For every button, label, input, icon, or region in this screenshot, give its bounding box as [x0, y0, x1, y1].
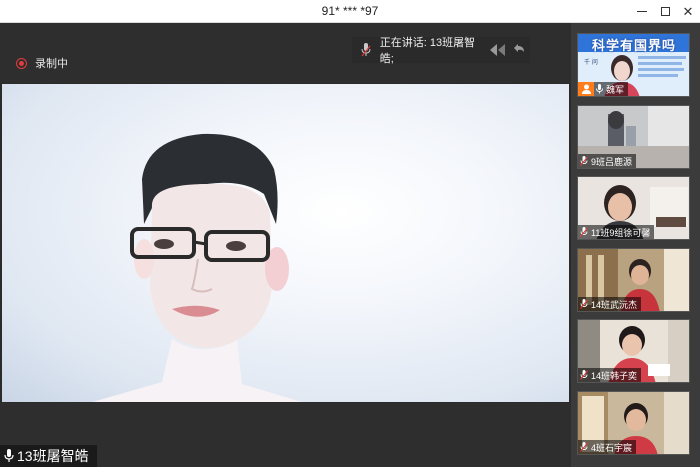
main-video	[2, 84, 569, 402]
speaking-indicator: 正在讲话: 13班屠智皓;	[352, 37, 530, 65]
participant-name: 9班吕鹿源	[591, 156, 633, 167]
participant-label: 14班韩子奕	[578, 368, 642, 382]
microphone-icon	[596, 84, 603, 94]
current-speaker-name: 13班屠智皓	[17, 448, 89, 464]
muted-microphone-icon	[580, 227, 588, 237]
host-banner-text: 科学有国界吗	[592, 38, 677, 53]
muted-microphone-icon	[580, 442, 588, 452]
participant-thumbnail[interactable]: 14班韩子奕	[577, 319, 690, 383]
microphone-icon	[4, 449, 14, 463]
microphone-icon	[352, 43, 380, 57]
minimize-icon	[637, 11, 647, 12]
participant-thumbnail[interactable]: 14班武沅杰	[577, 248, 690, 312]
participant-sidebar: 千 问 科学有国界吗 魏军 9班吕鹿源 11班9组徐可馨 14班武沅杰 14班韩…	[571, 23, 700, 467]
participant-name: 14班武沅杰	[591, 299, 638, 310]
participant-label: 11班9组徐可馨	[578, 225, 655, 239]
top-toolbar: 录制中 正在讲话: 13班屠智皓;	[0, 23, 571, 83]
host-user-icon	[578, 82, 594, 96]
muted-microphone-icon	[580, 156, 588, 166]
participant-thumbnail[interactable]: 4班石宇宸	[577, 391, 690, 455]
recording-label: 录制中	[35, 58, 68, 70]
undo-icon[interactable]	[512, 42, 526, 58]
speaker-video-frame	[92, 133, 302, 402]
participant-thumbnail[interactable]: 9班吕鹿源	[577, 105, 690, 169]
speaking-tools	[488, 42, 530, 58]
muted-microphone-icon	[580, 299, 588, 309]
participant-label: 魏军	[594, 82, 629, 96]
svg-text:千 问: 千 问	[584, 58, 598, 66]
recording-indicator: 录制中	[16, 55, 68, 71]
record-icon	[16, 57, 27, 69]
participant-thumbnail[interactable]: 11班9组徐可馨	[577, 176, 690, 240]
window-titlebar: 91* *** *97 ✕	[0, 0, 700, 23]
current-speaker-label: 13班屠智皓	[0, 445, 97, 467]
participant-label: 4班石宇宸	[578, 440, 637, 454]
speaking-label: 正在讲话: 13班屠智皓;	[379, 37, 476, 65]
maximize-icon	[660, 7, 670, 16]
window-title: 91* *** *97	[321, 4, 379, 18]
participant-label: 14班武沅杰	[578, 297, 642, 311]
participant-name: 魏军	[606, 84, 625, 95]
close-icon: ✕	[682, 3, 694, 19]
participant-name: 11班9组徐可馨	[591, 227, 651, 238]
participant-name: 4班石宇宸	[591, 442, 633, 453]
muted-microphone-icon	[580, 370, 588, 380]
participant-name: 14班韩子奕	[591, 370, 638, 381]
participant-label: 9班吕鹿源	[578, 154, 637, 168]
close-button[interactable]: ✕	[675, 0, 700, 23]
main-stage: 录制中 正在讲话: 13班屠智皓; 13班屠智皓	[0, 23, 571, 467]
collapse-icon[interactable]	[488, 42, 510, 58]
participant-thumbnail-host[interactable]: 千 问 科学有国界吗 魏军	[577, 33, 690, 97]
